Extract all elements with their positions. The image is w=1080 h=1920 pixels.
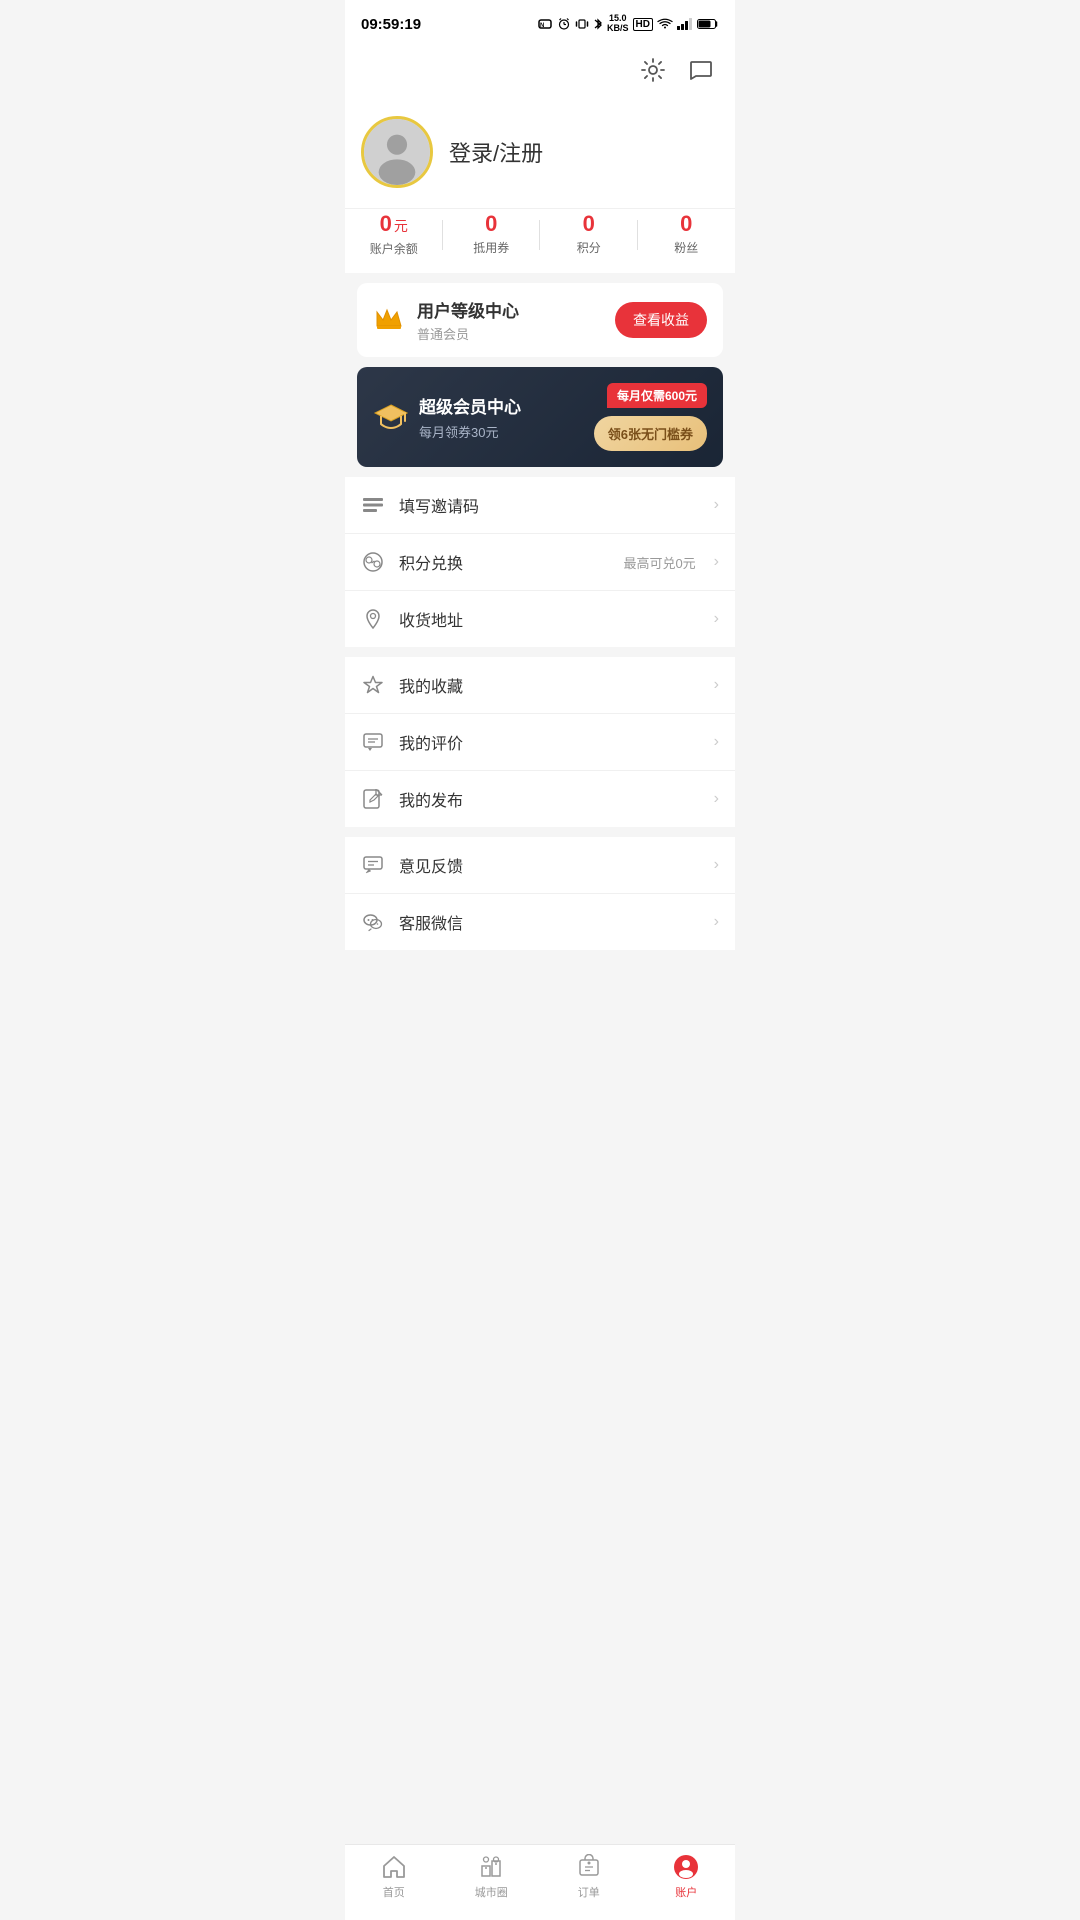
menu-item-address[interactable]: 收货地址 ›	[345, 591, 735, 647]
feedback-icon	[361, 853, 385, 877]
avatar[interactable]	[361, 116, 433, 188]
address-chevron: ›	[714, 610, 719, 628]
menu-group-3: 意见反馈 › 客服微信 ›	[345, 837, 735, 950]
vip-level-title: 用户等级中心	[417, 297, 603, 322]
posts-label: 我的发布	[399, 787, 700, 811]
points-exchange-icon	[361, 550, 385, 574]
network-speed: 15.0KB/S	[607, 14, 629, 34]
city-circle-icon	[477, 1853, 505, 1881]
tab-home-label: 首页	[383, 1884, 405, 1900]
account-icon	[672, 1853, 700, 1881]
balance-value: 0	[380, 213, 392, 235]
order-icon	[575, 1853, 603, 1881]
stat-balance[interactable]: 0 元 账户余额	[345, 213, 443, 257]
menu-item-posts[interactable]: 我的发布 ›	[345, 771, 735, 827]
home-icon	[380, 1853, 408, 1881]
menu-group-2: 我的收藏 › 我的评价 ›	[345, 657, 735, 827]
posts-chevron: ›	[714, 790, 719, 808]
hd-badge: HD	[633, 18, 653, 31]
invite-code-icon	[361, 493, 385, 517]
wechat-service-chevron: ›	[714, 913, 719, 931]
login-register-link[interactable]: 登录/注册	[449, 136, 543, 168]
invite-code-chevron: ›	[714, 496, 719, 514]
menu-item-points-exchange[interactable]: 积分兑换 最高可兑0元 ›	[345, 534, 735, 591]
alarm-icon	[557, 17, 571, 31]
coupon-value: 0	[485, 213, 497, 235]
vip-level-section: 用户等级中心 普通会员 查看收益	[357, 283, 723, 357]
address-label: 收货地址	[399, 607, 700, 631]
stat-coupon[interactable]: 0 抵用券	[443, 213, 541, 257]
super-vip-title: 超级会员中心	[419, 393, 521, 418]
tab-account[interactable]: 账户	[638, 1853, 736, 1900]
invite-code-label: 填写邀请码	[399, 493, 700, 517]
chat-icon	[688, 57, 714, 83]
price-tag: 每月仅需600元	[607, 383, 707, 408]
svg-text:N: N	[540, 23, 544, 29]
posts-icon	[361, 787, 385, 811]
avatar-image	[364, 116, 430, 188]
balance-unit: 元	[394, 216, 408, 236]
stat-points[interactable]: 0 积分	[540, 213, 638, 257]
fans-label: 粉丝	[674, 239, 698, 256]
points-exchange-chevron: ›	[714, 553, 719, 571]
menu-item-reviews[interactable]: 我的评价 ›	[345, 714, 735, 771]
balance-label: 账户余额	[370, 240, 418, 257]
reviews-icon	[361, 730, 385, 754]
vip-level-card: 用户等级中心 普通会员 查看收益	[357, 283, 723, 357]
menu-item-favorites[interactable]: 我的收藏 ›	[345, 657, 735, 714]
points-exchange-label: 积分兑换	[399, 550, 609, 574]
signal-icon	[677, 18, 693, 30]
points-exchange-meta: 最高可兑0元	[623, 553, 695, 572]
menu-item-feedback[interactable]: 意见反馈 ›	[345, 837, 735, 894]
feedback-chevron: ›	[714, 856, 719, 874]
points-label: 积分	[577, 239, 601, 256]
message-button[interactable]	[683, 52, 719, 88]
reviews-chevron: ›	[714, 733, 719, 751]
tab-order[interactable]: 订单	[540, 1853, 638, 1900]
stat-fans[interactable]: 0 粉丝	[638, 213, 736, 257]
menu-item-wechat-service[interactable]: 客服微信 ›	[345, 894, 735, 950]
battery-icon	[697, 18, 719, 30]
tab-home[interactable]: 首页	[345, 1853, 443, 1900]
settings-button[interactable]	[635, 52, 671, 88]
tab-city-circle[interactable]: 城市圈	[443, 1853, 541, 1900]
favorites-chevron: ›	[714, 676, 719, 694]
header	[345, 44, 735, 100]
vip-level-subtitle: 普通会员	[417, 324, 603, 343]
tab-account-label: 账户	[675, 1884, 697, 1900]
status-time: 09:59:19	[361, 16, 421, 33]
vibrate-icon	[575, 17, 589, 31]
reviews-label: 我的评价	[399, 730, 700, 754]
wifi-icon	[657, 18, 673, 30]
wechat-service-label: 客服微信	[399, 910, 700, 934]
fans-value: 0	[680, 213, 692, 235]
tab-order-label: 订单	[578, 1884, 600, 1900]
feedback-label: 意见反馈	[399, 853, 700, 877]
bluetooth-icon	[593, 17, 603, 31]
points-value: 0	[583, 213, 595, 235]
menu-group-1: 填写邀请码 › 积分兑换 最高可兑0元 ›	[345, 477, 735, 647]
menu-item-invite-code[interactable]: 填写邀请码 ›	[345, 477, 735, 534]
crown-icon	[373, 304, 405, 336]
nfc-icon: N	[537, 16, 553, 32]
status-icons: N 15.0KB/S HD	[537, 14, 719, 34]
favorites-label: 我的收藏	[399, 673, 700, 697]
view-earnings-button[interactable]: 查看收益	[615, 302, 707, 338]
profile-section: 登录/注册	[345, 100, 735, 208]
wechat-icon	[361, 910, 385, 934]
gear-icon	[640, 57, 666, 83]
tab-city-label: 城市圈	[475, 1884, 508, 1900]
super-vip-card[interactable]: 超级会员中心 每月领券30元 每月仅需600元 领6张无门槛券	[357, 367, 723, 467]
super-vip-subtitle: 每月领券30元	[419, 422, 594, 441]
get-coupon-button[interactable]: 领6张无门槛券	[594, 416, 707, 451]
graduation-cap-icon	[373, 399, 409, 435]
status-bar: 09:59:19 N 15.0KB/S HD	[345, 0, 735, 44]
coupon-label: 抵用券	[473, 239, 509, 256]
tab-bar: 首页 城市圈 订单	[345, 1844, 735, 1920]
stats-row: 0 元 账户余额 0 抵用券 0 积分 0 粉丝	[345, 208, 735, 273]
address-icon	[361, 607, 385, 631]
favorites-icon	[361, 673, 385, 697]
